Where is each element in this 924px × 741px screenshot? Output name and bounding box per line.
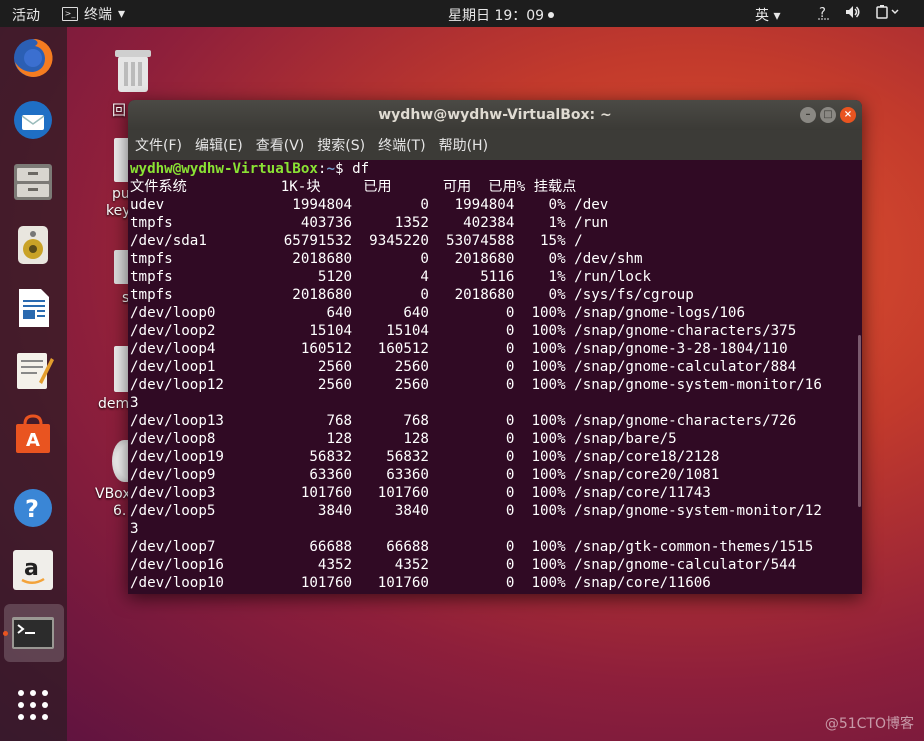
output-line: /dev/loop1 2560 2560 0 100% /snap/gnome-… [130,359,797,375]
output-line: /dev/sda1 65791532 9345220 53074588 15% … [130,233,583,249]
output-line: udev 1994804 0 1994804 0% /dev [130,197,609,213]
text-editor-launcher[interactable] [10,347,56,393]
files-icon [14,164,52,200]
writer-launcher[interactable] [10,285,56,331]
prompt-user: wydhw@wydhw-VirtualBox [130,161,318,177]
menu-file[interactable]: 文件(F) [135,135,182,155]
app-menu[interactable]: >_ 终端 ▾ [62,4,125,24]
menu-terminal[interactable]: 终端(T) [378,135,425,155]
running-indicator [3,631,8,636]
maximize-icon[interactable]: □ [820,107,836,123]
output-line: /dev/loop16 4352 4352 0 100% /snap/gnome… [130,557,797,573]
terminal-window: wydhw@wydhw-VirtualBox: ~ – □ × 文件(F) 编辑… [128,100,862,594]
svg-text:a: a [24,556,39,581]
text-editor-icon [17,353,54,389]
output-line: /dev/loop10 101760 101760 0 100% /snap/c… [130,575,711,591]
minimize-icon[interactable]: – [800,107,816,123]
chevron-down-icon: ▾ [773,8,781,24]
activities-button[interactable]: 活动 [12,5,40,25]
output-line: tmpfs 2018680 0 2018680 0% /dev/shm [130,251,643,267]
prompt-command: $ df [335,161,370,177]
desktop-label-dem: dem [98,396,130,412]
clock-label: 星期日 19：09 [448,8,545,24]
window-title: wydhw@wydhw-VirtualBox: ~ [378,107,612,123]
clock-button[interactable]: 星期日 19：09 [448,5,555,25]
window-menubar: 文件(F) 编辑(E) 查看(V) 搜索(S) 终端(T) 帮助(H) [128,130,862,160]
prompt-line: wydhw@wydhw-VirtualBox:~$ df [130,160,858,178]
menu-edit[interactable]: 编辑(E) [195,135,243,155]
thunderbird-launcher[interactable] [10,97,56,143]
output-line: /dev/loop9 63360 63360 0 100% /snap/core… [130,467,720,483]
table-header: 文件系统 1K-块 已用 可用 已用% 挂载点 [130,179,577,195]
show-applications-button[interactable] [10,682,56,728]
notification-dot-icon [548,12,555,18]
output-line: tmpfs 403736 1352 402384 1% /run [130,215,609,231]
software-icon: A [16,414,50,453]
app-menu-label: 终端 [84,7,112,23]
output-line: /dev/loop5 3840 3840 0 100% /snap/gnome-… [130,503,822,519]
trash-icon[interactable] [112,46,154,94]
window-titlebar[interactable]: wydhw@wydhw-VirtualBox: ~ – □ × [128,100,862,130]
help-icon: ? [14,489,52,527]
amazon-launcher[interactable]: a [10,547,56,593]
top-bar: 活动 >_ 终端 ▾ 星期日 19：09 英 ▾ ? [0,0,924,27]
output-line: /dev/loop3 101760 101760 0 100% /snap/co… [130,485,711,501]
firefox-launcher[interactable] [10,35,56,81]
output-line: /dev/loop12 2560 2560 0 100% /snap/gnome… [130,377,822,393]
output-line: 3 [130,521,139,537]
output-line: tmpfs 2018680 0 2018680 0% /sys/fs/cgrou… [130,287,694,303]
volume-icon[interactable] [845,4,861,20]
close-icon[interactable]: × [840,107,856,123]
chevron-down-icon: ▾ [118,6,126,22]
output-line: /dev/loop8 128 128 0 100% /snap/bare/5 [130,431,677,447]
scrollbar[interactable] [858,335,861,507]
svg-text:?: ? [25,495,39,523]
software-launcher[interactable]: A [10,411,56,457]
thunderbird-icon [14,101,52,139]
terminal-icon: >_ [62,7,78,21]
app-grid-icon [18,690,48,720]
terminal-icon [12,617,54,649]
output-line: /dev/loop0 640 640 0 100% /snap/gnome-lo… [130,305,745,321]
dock: A ? a [0,27,67,741]
menu-view[interactable]: 查看(V) [256,135,305,155]
output-lines: udev 1994804 0 1994804 0% /dev tmpfs 4037… [130,196,858,592]
terminal-output[interactable]: wydhw@wydhw-VirtualBox:~$ df 文件系统 1K-块 已用… [128,160,858,594]
help-icon[interactable]: ? [817,4,831,20]
power-icon[interactable] [875,4,901,20]
output-line: /dev/loop2 15104 15104 0 100% /snap/gnom… [130,323,797,339]
help-launcher[interactable]: ? [10,485,56,531]
rhythmbox-icon [18,226,48,264]
svg-text:?: ? [819,6,826,20]
input-method-button[interactable]: 英 ▾ [755,5,780,25]
terminal-launcher[interactable] [10,610,56,656]
output-line: /dev/loop13 768 768 0 100% /snap/gnome-c… [130,413,797,429]
output-line: /dev/loop19 56832 56832 0 100% /snap/cor… [130,449,720,465]
menu-help[interactable]: 帮助(H) [439,135,488,155]
desktop-label-vbox: VBox [95,486,131,502]
menu-search[interactable]: 搜索(S) [317,135,365,155]
desktop-label-key: key [106,203,131,219]
output-line: /dev/loop7 66688 66688 0 100% /snap/gtk-… [130,539,814,555]
output-line: /dev/loop4 160512 160512 0 100% /snap/gn… [130,341,788,357]
watermark: @51CTO博客 [824,716,914,732]
amazon-icon: a [13,550,53,590]
files-launcher[interactable] [10,159,56,205]
svg-text:A: A [26,430,40,451]
desktop-label-version: 6. [113,503,127,519]
output-line: tmpfs 5120 4 5116 1% /run/lock [130,269,652,285]
input-method-label: 英 [755,8,769,24]
system-tray[interactable]: ? [817,4,901,20]
desktop-label-trash: 回 [112,103,126,119]
output-line: 3 [130,395,139,411]
prompt-path: ~ [326,161,336,177]
writer-icon [19,289,49,327]
firefox-icon [14,38,53,77]
rhythmbox-launcher[interactable] [10,222,56,268]
